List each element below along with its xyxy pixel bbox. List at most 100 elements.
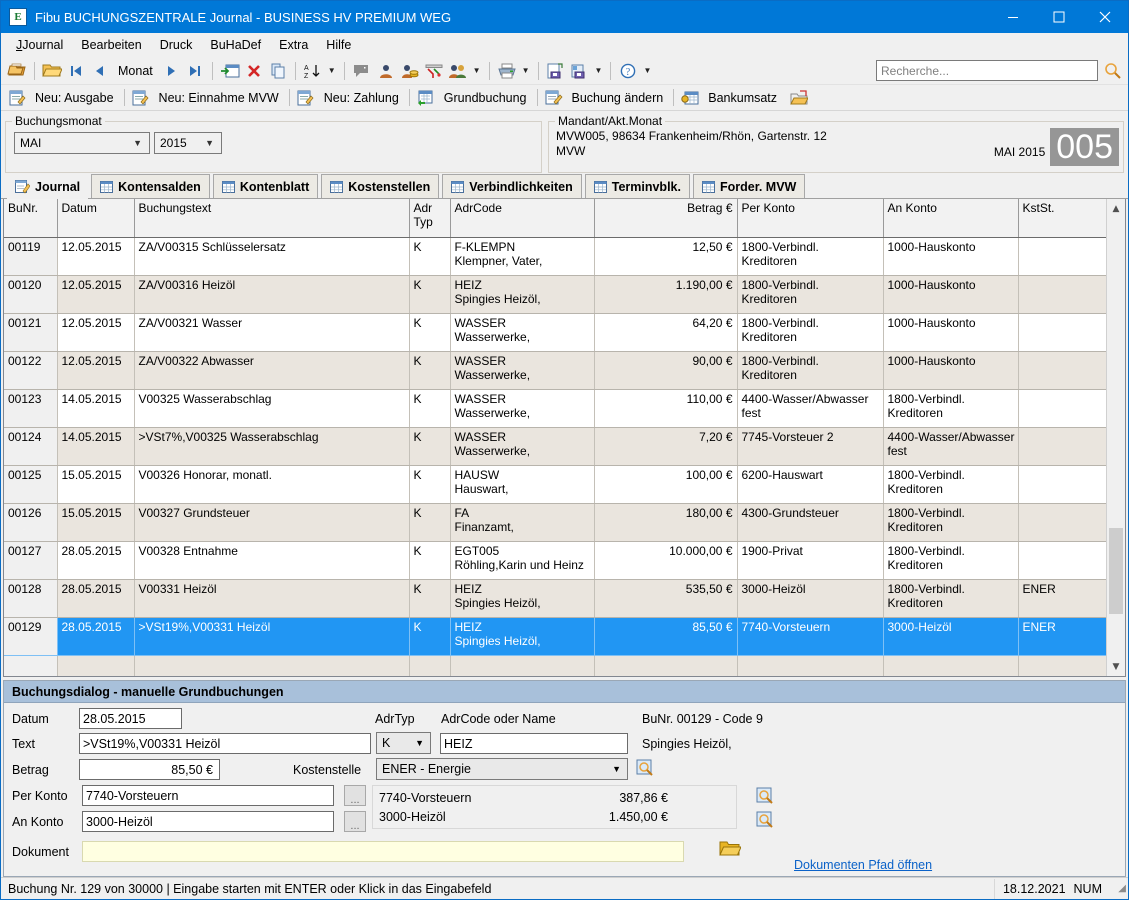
toolbar2-item-neu-zahlung[interactable]: Neu: Zahlung: [294, 86, 405, 110]
open-folder-icon[interactable]: [40, 59, 64, 83]
search-icon[interactable]: [1102, 60, 1124, 82]
table-row[interactable]: 00119 12.05.2015 ZA/V00315 Schlüsselersa…: [4, 237, 1112, 275]
toolbar2-label-bankumsatz[interactable]: Bankumsatz: [702, 91, 783, 105]
table-row[interactable]: 00123 14.05.2015 V00325 Wasserabschlag K…: [4, 389, 1112, 427]
toolbar2-label-neu-ausgabe[interactable]: Neu: Ausgabe: [29, 91, 120, 105]
open-journal-icon[interactable]: [5, 59, 29, 83]
per-konto-input[interactable]: 7740-Vorsteuern: [82, 785, 334, 806]
col-header-buchungstext[interactable]: Buchungstext: [134, 199, 409, 237]
bank-grid-icon[interactable]: [678, 86, 702, 110]
resize-grip-icon[interactable]: ◢: [1112, 883, 1126, 894]
datum-input[interactable]: 28.05.2015: [79, 708, 182, 729]
export-folder-icon[interactable]: [787, 86, 811, 110]
last-record-icon[interactable]: [183, 59, 207, 83]
col-header-datum[interactable]: Datum: [57, 199, 134, 237]
col-header-adrtyp[interactable]: Adr Typ: [409, 199, 450, 237]
per-konto-browse-button[interactable]: ...: [344, 785, 366, 806]
sort-az-icon[interactable]: A Z: [301, 59, 325, 83]
menu-hilfe[interactable]: Hilfe: [317, 35, 360, 55]
table-row[interactable]: 00124 14.05.2015 >VSt7%,V00325 Wasserabs…: [4, 427, 1112, 465]
copy-icon[interactable]: [266, 59, 290, 83]
help-dropdown-caret-icon[interactable]: ▼: [640, 66, 654, 75]
help-icon[interactable]: ?: [616, 59, 640, 83]
note-icon[interactable]: [350, 59, 374, 83]
people-icon[interactable]: [446, 59, 470, 83]
scroll-down-icon[interactable]: ▼: [1107, 657, 1125, 676]
toolbar2-item-bankumsatz[interactable]: Bankumsatz: [678, 86, 783, 110]
adrcode-input[interactable]: HEIZ: [440, 733, 628, 754]
tab-terminvblk[interactable]: Terminvblk.: [585, 174, 690, 198]
col-header-betrag[interactable]: Betrag €: [594, 199, 737, 237]
table-row[interactable]: 00125 15.05.2015 V00326 Honorar, monatl.…: [4, 465, 1112, 503]
toolbar2-label-grundbuchung[interactable]: Grundbuchung: [438, 91, 533, 105]
scrollbar-track[interactable]: [1107, 218, 1125, 657]
dokumenten-pfad-link[interactable]: Dokumenten Pfad öffnen: [794, 858, 932, 872]
col-header-kstst[interactable]: KstSt.: [1018, 199, 1112, 237]
kostenstelle-lookup-icon[interactable]: [636, 759, 654, 777]
an-konto-input[interactable]: 3000-Heizöl: [82, 811, 334, 832]
toolbar2-item-grundbuchung[interactable]: Grundbuchung: [414, 86, 533, 110]
save-as-icon[interactable]: [544, 59, 568, 83]
dokument-input[interactable]: [82, 841, 684, 862]
new-entry-icon[interactable]: [129, 86, 153, 110]
col-header-bunr[interactable]: BuNr.: [4, 199, 57, 237]
scroll-up-icon[interactable]: ▲: [1107, 199, 1125, 218]
grid-green-icon[interactable]: [414, 86, 438, 110]
nav-month-label[interactable]: Monat: [112, 64, 159, 78]
table-row[interactable]: 00120 12.05.2015 ZA/V00316 Heizöl K HEIZ…: [4, 275, 1112, 313]
year-select[interactable]: 2015 ▼: [154, 132, 222, 154]
maximize-button[interactable]: [1036, 1, 1082, 33]
edit-entry-icon[interactable]: [542, 86, 566, 110]
col-header-an-konto[interactable]: An Konto: [883, 199, 1018, 237]
folder-open-icon[interactable]: [719, 839, 741, 858]
prev-record-icon[interactable]: [88, 59, 112, 83]
menu-buhadef[interactable]: BuHaDef: [201, 35, 270, 55]
table-row[interactable]: 00121 12.05.2015 ZA/V00321 Wasser K WASS…: [4, 313, 1112, 351]
delete-icon[interactable]: [242, 59, 266, 83]
close-button[interactable]: [1082, 1, 1128, 33]
scrollbar-thumb[interactable]: [1109, 528, 1123, 614]
table-row-empty[interactable]: [4, 655, 1112, 677]
col-header-adrcode[interactable]: AdrCode: [450, 199, 594, 237]
people-dropdown-caret-icon[interactable]: ▼: [470, 66, 484, 75]
toolbar2-item-neu-einnahme-mvw[interactable]: Neu: Einnahme MVW: [129, 86, 285, 110]
menu-journal[interactable]: JJournal: [7, 35, 72, 55]
new-entry-icon[interactable]: [5, 86, 29, 110]
toolbar2-label-buchung-aendern[interactable]: Buchung ändern: [566, 91, 670, 105]
tab-forder-mvw[interactable]: Forder. MVW: [693, 174, 805, 198]
filter-icon[interactable]: [422, 59, 446, 83]
tab-kostenstellen[interactable]: Kostenstellen: [321, 174, 439, 198]
next-record-icon[interactable]: [159, 59, 183, 83]
person-icon[interactable]: [374, 59, 398, 83]
kostenstelle-select[interactable]: ENER - Energie ▼: [376, 758, 628, 780]
print-icon[interactable]: [495, 59, 519, 83]
export-icon[interactable]: [568, 59, 592, 83]
tab-verbindlichkeiten[interactable]: Verbindlichkeiten: [442, 174, 582, 198]
tab-journal[interactable]: Journal: [7, 174, 88, 199]
table-row-selected[interactable]: 00129 28.05.2015 >VSt19%,V00331 Heizöl K…: [4, 617, 1112, 655]
sort-dropdown-caret-icon[interactable]: ▼: [325, 66, 339, 75]
summary-lookup-icon-1[interactable]: [756, 787, 774, 805]
adrtyp-select[interactable]: K ▼: [376, 732, 431, 754]
menu-extra[interactable]: Extra: [270, 35, 317, 55]
col-header-per-konto[interactable]: Per Konto: [737, 199, 883, 237]
menu-bearbeiten[interactable]: Bearbeiten: [72, 35, 150, 55]
toolbar2-item-buchung-aendern[interactable]: Buchung ändern: [542, 86, 670, 110]
search-input[interactable]: Recherche...: [876, 60, 1098, 81]
tab-kontenblatt[interactable]: Kontenblatt: [213, 174, 318, 198]
grid-vertical-scrollbar[interactable]: ▲ ▼: [1106, 199, 1125, 676]
table-row[interactable]: 00122 12.05.2015 ZA/V00322 Abwasser K WA…: [4, 351, 1112, 389]
export-dropdown-caret-icon[interactable]: ▼: [592, 66, 606, 75]
person-money-icon[interactable]: [398, 59, 422, 83]
an-konto-browse-button[interactable]: ...: [344, 811, 366, 832]
table-row[interactable]: 00127 28.05.2015 V00328 Entnahme K EGT00…: [4, 541, 1112, 579]
table-row[interactable]: 00128 28.05.2015 V00331 Heizöl K HEIZSpi…: [4, 579, 1112, 617]
minimize-button[interactable]: [990, 1, 1036, 33]
betrag-input[interactable]: 85,50 €: [79, 759, 220, 780]
tab-kontensalden[interactable]: Kontensalden: [91, 174, 210, 198]
toolbar2-label-neu-einnahme-mvw[interactable]: Neu: Einnahme MVW: [153, 91, 285, 105]
text-input[interactable]: >VSt19%,V00331 Heizöl: [79, 733, 371, 754]
print-dropdown-caret-icon[interactable]: ▼: [519, 66, 533, 75]
first-record-icon[interactable]: [64, 59, 88, 83]
new-entry-icon[interactable]: [294, 86, 318, 110]
